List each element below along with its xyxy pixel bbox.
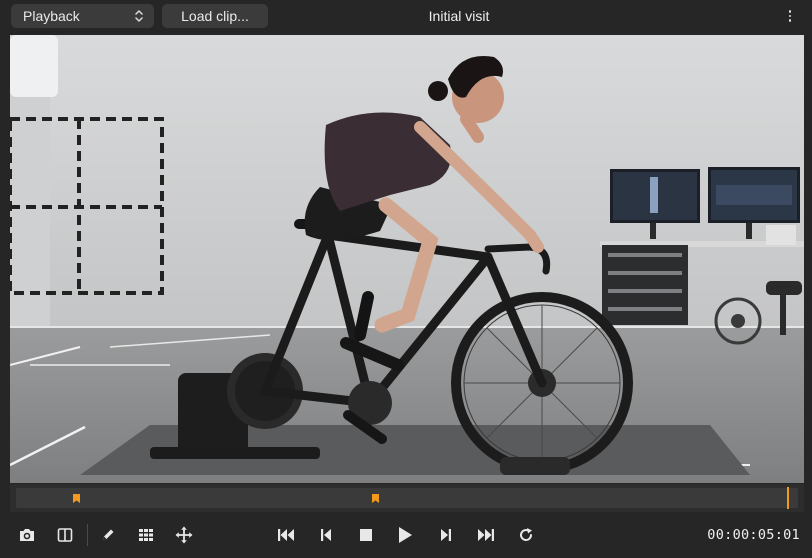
chevron-updown-icon (134, 9, 144, 23)
stop-icon[interactable] (355, 524, 377, 546)
playhead[interactable] (786, 487, 789, 509)
top-toolbar: Playback Load clip... Initial visit (0, 0, 812, 34)
mode-select[interactable]: Playback (11, 4, 154, 28)
pencil-icon[interactable] (97, 524, 119, 546)
playback-controls: 00:00:05:01 (0, 516, 812, 556)
video-frame (10, 35, 804, 483)
timeline[interactable] (10, 484, 804, 512)
step-forward-icon[interactable] (435, 524, 457, 546)
more-vertical-icon[interactable] (780, 6, 800, 26)
video-viewport[interactable] (10, 35, 804, 483)
play-icon[interactable] (394, 524, 416, 546)
timecode: 00:00:05:01 (707, 527, 800, 543)
toolbar-divider (87, 524, 88, 546)
move-icon[interactable] (173, 524, 195, 546)
grid-icon[interactable] (135, 524, 157, 546)
timeline-track[interactable] (16, 488, 798, 508)
loop-icon[interactable] (515, 524, 537, 546)
step-back-icon[interactable] (315, 524, 337, 546)
page-title: Initial visit (428, 8, 490, 24)
camera-icon[interactable] (16, 524, 38, 546)
skip-to-end-icon[interactable] (475, 524, 497, 546)
split-view-icon[interactable] (54, 524, 76, 546)
load-clip-button[interactable]: Load clip... (162, 4, 268, 28)
timeline-marker[interactable] (72, 490, 80, 503)
mode-select-value: Playback (23, 8, 80, 24)
skip-to-start-icon[interactable] (275, 524, 297, 546)
timeline-marker[interactable] (372, 490, 380, 503)
